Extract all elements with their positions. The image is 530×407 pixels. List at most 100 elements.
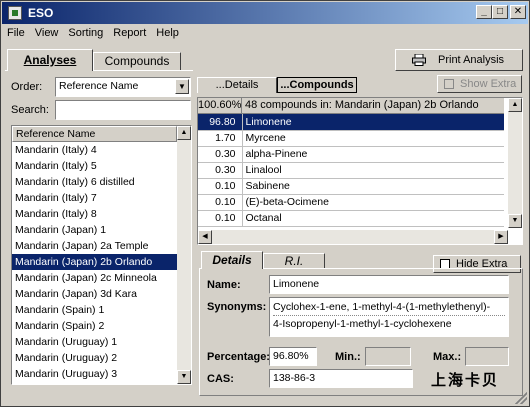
scroll-down-icon[interactable]: ▼ [177,370,191,384]
menu-help[interactable]: Help [151,25,184,41]
name-field[interactable]: Limonene [269,275,509,294]
scroll-right-icon[interactable]: ▶ [494,230,508,244]
compound-row[interactable]: 0.30 Linalool [198,162,504,179]
tab-ri[interactable]: R.I. [263,253,325,269]
reference-list-scrollbar[interactable]: ▲ ▼ [177,126,191,384]
window-title: ESO [28,6,54,20]
synonyms-field[interactable]: Cyclohex-1-ene, 1-methyl-4-(1-methylethe… [269,297,509,337]
menu-file[interactable]: File [2,25,30,41]
app-icon [8,6,22,20]
tab-ri-label: R.I. [284,254,304,268]
reference-list-item[interactable]: Mandarin (Spain) 2 [12,318,177,334]
compound-name: Linalool [242,162,504,179]
cas-field[interactable]: 138-86-3 [269,369,413,388]
compounds-header: 100.60% 48 compounds in: Mandarin (Japan… [198,98,504,114]
compound-percentage: 96.80 [198,114,243,131]
reference-list-item[interactable]: Mandarin (Japan) 3d Kara [12,286,177,302]
order-value: Reference Name [59,80,139,92]
close-button[interactable]: ✕ [510,5,526,19]
tab-compounds-label: Compounds [104,54,170,68]
reference-list-item[interactable]: Mandarin (Italy) 5 [12,158,177,174]
maximize-button[interactable]: □ [492,5,508,19]
synonym-item: 4-Isopropenyl-1-methyl-1-cyclohexene [273,318,452,330]
print-analysis-button[interactable]: Print Analysis [395,49,523,71]
reference-list-item[interactable]: Mandarin (Japan) 2a Temple [12,238,177,254]
reference-list-item[interactable]: Mandarin (Italy) 8 [12,206,177,222]
compound-name: Myrcene [242,130,504,147]
tab-compounds[interactable]: Compounds [93,52,181,71]
tab-details[interactable]: Details [201,251,263,269]
compound-name: Octanal [242,210,504,227]
menu-sorting[interactable]: Sorting [63,25,108,41]
compounds-scrollbar[interactable]: ▲ ▼ [508,98,522,228]
menu-bar: File View Sorting Report Help [2,25,528,43]
watermark-stamp: 上海卡贝 [431,371,500,389]
search-label: Search: [11,104,49,116]
compounds-total-pct: 100.60% [198,98,242,114]
compound-row[interactable]: 0.10 Octanal [198,210,504,227]
menu-report[interactable]: Report [108,25,151,41]
reference-list-item[interactable]: Mandarin (Uruguay) 2 [12,350,177,366]
compound-percentage: 0.10 [198,194,243,211]
compound-row[interactable]: 0.10 Sabinene [198,178,504,195]
tab-details-top-label: ...Details [215,79,259,91]
percentage-field[interactable]: 96.80% [269,347,317,366]
name-label: Name: [207,279,241,291]
compound-percentage: 0.10 [198,178,243,195]
tab-analyses[interactable]: Analyses [7,49,93,71]
chevron-down-icon[interactable]: ▼ [175,79,189,94]
reference-list-item[interactable]: Mandarin (Uruguay) 3 [12,366,177,382]
menu-view[interactable]: View [30,25,64,41]
reference-list-item[interactable]: Mandarin (Italy) 7 [12,190,177,206]
app-window: ESO _ □ ✕ File View Sorting Report Help Anal… [0,0,530,407]
show-extra-icon [444,79,454,89]
compound-row[interactable]: 0.30 alpha-Pinene [198,146,504,163]
compounds-hscrollbar[interactable]: ◀ ▶ [198,230,508,244]
compound-percentage: 0.10 [198,210,243,227]
scroll-down-icon[interactable]: ▼ [508,214,522,228]
reference-list-item[interactable]: Mandarin (Italy) 4 [12,142,177,158]
compound-name: (E)-beta-Ocimene [242,194,504,211]
reference-list-header[interactable]: Reference Name [12,126,177,142]
show-extra-label: Show Extra [460,78,517,90]
cas-label: CAS: [207,373,234,385]
compound-name: Limonene [242,114,504,131]
print-analysis-label: Print Analysis [438,54,505,66]
compound-percentage: 0.30 [198,162,243,179]
min-label: Min.: [335,351,361,363]
compound-name: alpha-Pinene [242,146,504,163]
scroll-left-icon[interactable]: ◀ [198,230,212,244]
tab-details-top[interactable]: ...Details [197,77,277,93]
max-field [465,347,509,366]
tab-analyses-label: Analyses [23,53,77,67]
compounds-table: 100.60% 48 compounds in: Mandarin (Japan… [197,97,523,245]
tab-compounds-top-label: ...Compounds [280,79,354,91]
title-bar[interactable]: ESO _ □ ✕ [2,2,528,24]
reference-list-item[interactable]: Mandarin (Uruguay) 1 [12,334,177,350]
printer-icon [412,53,426,66]
resize-grip[interactable] [515,392,527,404]
scroll-up-icon[interactable]: ▲ [177,126,191,140]
tab-compounds-top[interactable]: ...Compounds [277,77,357,93]
synonym-item: Cyclohex-1-ene, 1-methyl-4-(1-methylethe… [273,299,505,316]
compound-row[interactable]: 1.70 Myrcene [198,130,504,147]
reference-list: Reference Name Mandarin (Italy) 4 Mandari… [11,125,192,385]
synonyms-label: Synonyms: [207,301,267,313]
compounds-summary: 48 compounds in: Mandarin (Japan) 2b Orl… [242,98,504,114]
reference-list-item[interactable]: Mandarin (Spain) 1 [12,302,177,318]
scroll-up-icon[interactable]: ▲ [508,98,522,112]
compound-percentage: 1.70 [198,130,243,147]
minimize-button[interactable]: _ [476,5,492,19]
order-select[interactable]: Reference Name ▼ [55,77,191,97]
min-field [365,347,411,366]
order-label: Order: [11,81,43,93]
reference-list-item[interactable]: Mandarin (Japan) 2b Orlando [12,254,177,270]
search-input[interactable] [55,100,191,120]
compound-row[interactable]: 0.10 (E)-beta-Ocimene [198,194,504,211]
max-label: Max.: [433,351,462,363]
show-extra-button[interactable]: Show Extra [437,75,522,93]
reference-list-item[interactable]: Mandarin (Italy) 6 distilled [12,174,177,190]
reference-list-item[interactable]: Mandarin (Japan) 2c Minneola [12,270,177,286]
compound-row[interactable]: 96.80 Limonene [198,114,504,131]
reference-list-item[interactable]: Mandarin (Japan) 1 [12,222,177,238]
